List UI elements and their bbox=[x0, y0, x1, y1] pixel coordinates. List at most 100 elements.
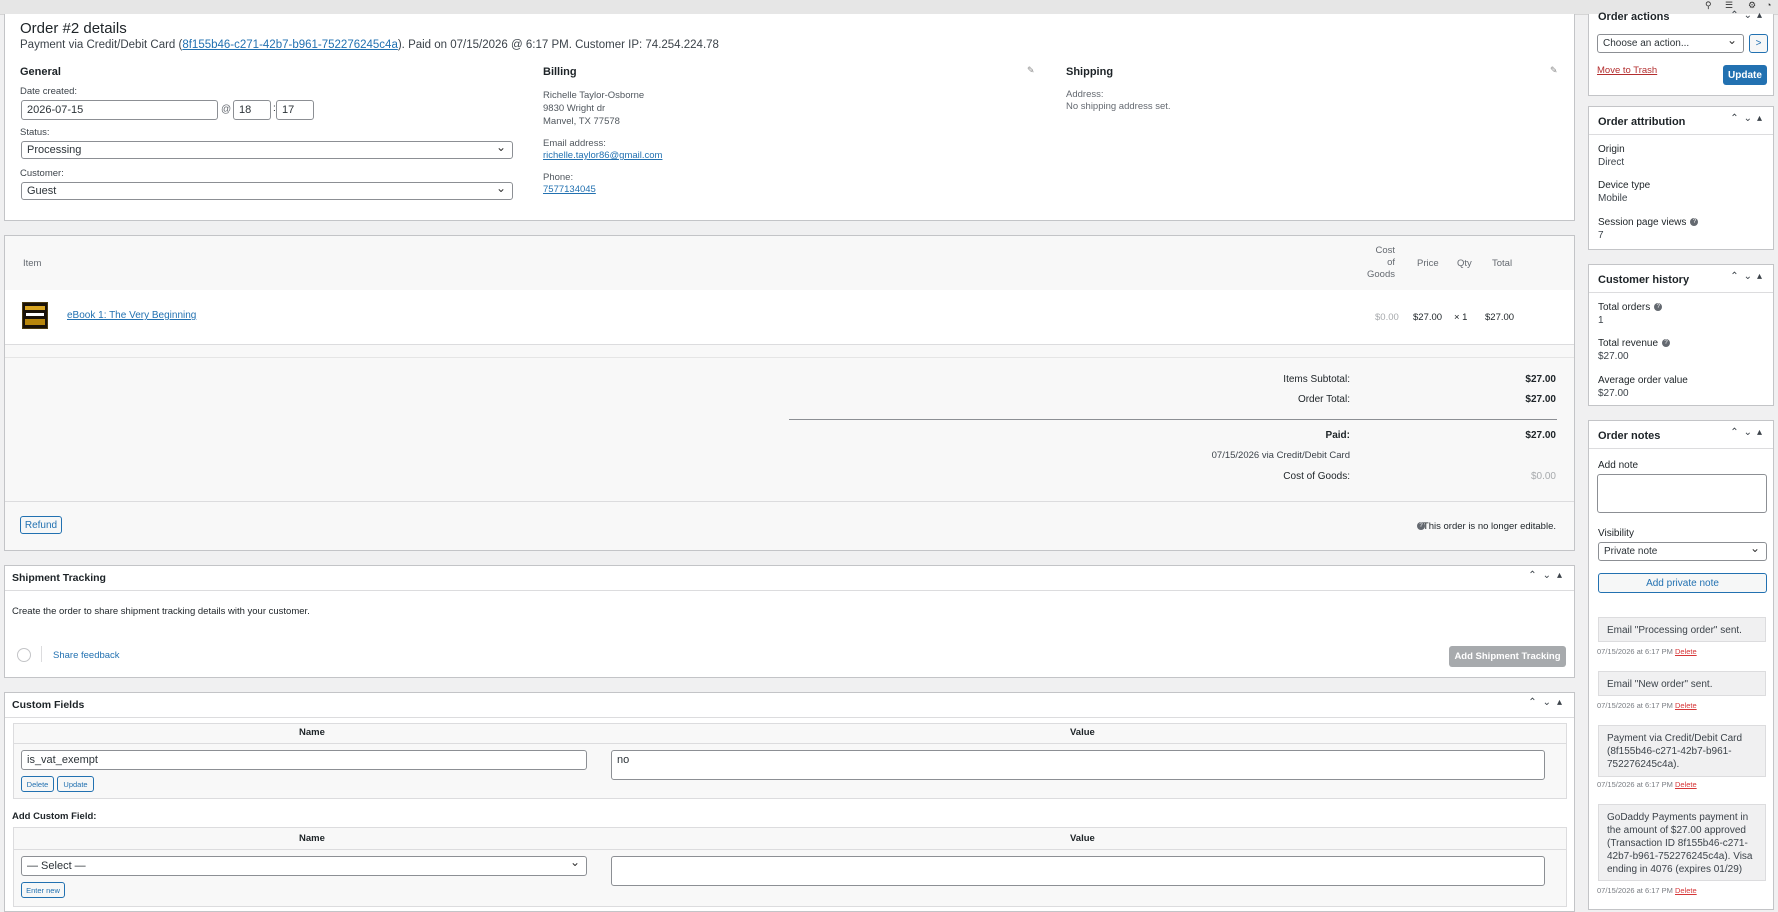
add-private-note-button[interactable]: Add private note bbox=[1598, 573, 1767, 593]
billing-address: Richelle Taylor-Osborne 9830 Wright dr M… bbox=[543, 89, 644, 128]
pin-icon[interactable]: ⚲ bbox=[1705, 0, 1712, 10]
order-note: Email "New order" sent. bbox=[1598, 671, 1766, 696]
panel-divider bbox=[1589, 292, 1773, 293]
update-field-button[interactable]: Update bbox=[57, 776, 94, 792]
product-thumbnail bbox=[22, 302, 48, 329]
order-attribution-title: Order attribution bbox=[1598, 116, 1686, 128]
order-actions-title: Order actions bbox=[1598, 11, 1670, 23]
add-note-textarea[interactable] bbox=[1597, 474, 1767, 513]
help-icon[interactable]: ◔ bbox=[1766, 0, 1771, 10]
new-field-value-textarea[interactable] bbox=[611, 856, 1545, 886]
custom-field-key-select[interactable]: — Select — bbox=[21, 855, 587, 876]
order-action-select[interactable]: Choose an action... bbox=[1597, 33, 1744, 53]
minute-input[interactable]: 17 bbox=[276, 100, 314, 120]
total-column-header: Total bbox=[1492, 258, 1513, 269]
delete-note-link[interactable]: Delete bbox=[1675, 886, 1697, 895]
page-title: Order #2 details bbox=[20, 20, 127, 37]
session-views-value: 7 bbox=[1598, 230, 1604, 241]
email-link[interactable]: richelle.taylor86@gmail.com bbox=[543, 150, 662, 161]
billing-street: 9830 Wright dr bbox=[543, 103, 606, 114]
price-column-header: Price bbox=[1417, 258, 1439, 269]
custom-field-name-input[interactable]: is_vat_exempt bbox=[21, 750, 587, 770]
panel-controls[interactable]: ⌃⌄▴ bbox=[1730, 10, 1767, 21]
transaction-link[interactable]: 8f155b46-c271-42b7-b961-752276245c4a bbox=[182, 39, 398, 51]
customer-label: Customer: bbox=[20, 168, 64, 179]
add-shipment-tracking-button[interactable]: Add Shipment Tracking bbox=[1449, 646, 1566, 667]
email-label: Email address: bbox=[543, 138, 606, 149]
order-total-value: $27.00 bbox=[1525, 394, 1556, 405]
panel-divider bbox=[5, 590, 1574, 591]
aov-label: Average order value bbox=[1598, 375, 1688, 386]
order-note: Payment via Credit/Debit Card (8f155b46-… bbox=[1598, 725, 1766, 777]
panel-controls[interactable]: ⌃⌄▴ bbox=[1730, 271, 1767, 282]
refund-button[interactable]: Refund bbox=[20, 516, 62, 534]
custom-field-value-textarea[interactable]: no bbox=[611, 750, 1545, 780]
totals-section: Items Subtotal: $27.00 Order Total: $27.… bbox=[5, 357, 1574, 502]
apply-action-button[interactable]: > bbox=[1749, 34, 1768, 53]
visibility-label: Visibility bbox=[1598, 528, 1634, 539]
customer-select[interactable]: Guest bbox=[21, 181, 513, 200]
enter-new-button[interactable]: Enter new bbox=[21, 882, 65, 898]
table-header-divider bbox=[14, 849, 1566, 850]
billing-city: Manvel, TX 77578 bbox=[543, 116, 620, 127]
panel-controls[interactable]: ⌃⌄▴ bbox=[1730, 113, 1767, 124]
general-heading: General bbox=[20, 66, 61, 78]
item-total: $27.00 bbox=[1485, 312, 1515, 323]
order-total-label: Order Total: bbox=[1297, 394, 1350, 405]
update-button[interactable]: Update bbox=[1723, 65, 1767, 85]
help-icon: ? bbox=[1690, 218, 1699, 227]
delete-note-link[interactable]: Delete bbox=[1675, 780, 1697, 789]
status-select[interactable]: Processing bbox=[21, 140, 513, 159]
add-custom-field-label: Add Custom Field: bbox=[12, 811, 97, 822]
order-data-panel: Order #2 details Payment via Credit/Debi… bbox=[4, 14, 1575, 221]
note-visibility-select[interactable]: Private note bbox=[1598, 541, 1767, 561]
share-feedback-link[interactable]: Share feedback bbox=[53, 650, 120, 661]
qty-column-header: Qty bbox=[1457, 258, 1472, 269]
gear-icon[interactable]: ⚙ bbox=[1748, 0, 1756, 10]
order-items-panel: Item Cost of Goods Price Qty Total eBook 1… bbox=[4, 235, 1575, 551]
add-note-label: Add note bbox=[1598, 460, 1639, 471]
order-actions-panel: Order actions ⌃⌄▴ Choose an action... > … bbox=[1588, 10, 1774, 96]
hour-input[interactable]: 18 bbox=[233, 100, 271, 120]
feedback-icon bbox=[17, 648, 31, 662]
phone-label: Phone: bbox=[543, 172, 574, 183]
custom-fields-title: Custom Fields bbox=[12, 699, 85, 711]
product-link[interactable]: eBook 1: The Very Beginning bbox=[67, 310, 196, 321]
phone-link[interactable]: 7577134045 bbox=[543, 184, 596, 195]
name-header: Name bbox=[299, 727, 325, 738]
order-note: Email "Processing order" sent. bbox=[1598, 617, 1766, 642]
aov-value: $27.00 bbox=[1598, 388, 1629, 399]
origin-label: Origin bbox=[1598, 144, 1625, 155]
delete-note-link[interactable]: Delete bbox=[1675, 647, 1697, 656]
device-type-value: Mobile bbox=[1598, 193, 1628, 204]
at-sign: @ bbox=[221, 104, 232, 115]
total-orders-value: 1 bbox=[1598, 315, 1604, 326]
date-created-input[interactable]: 2026-07-15 bbox=[21, 100, 218, 120]
paid-value: $27.00 bbox=[1525, 430, 1556, 441]
panel-controls[interactable]: ⌃⌄▴ bbox=[1730, 427, 1767, 438]
pencil-icon[interactable]: ✎ bbox=[1027, 65, 1035, 76]
total-revenue-label: Total revenue? bbox=[1598, 338, 1671, 349]
panel-controls[interactable]: ⌃⌄▴ bbox=[1528, 697, 1568, 708]
help-icon: ? bbox=[1654, 303, 1663, 312]
panel-controls[interactable]: ⌃⌄▴ bbox=[1528, 570, 1568, 581]
payment-summary: Payment via Credit/Debit Card (8f155b46-… bbox=[20, 39, 719, 51]
new-field-table: Name Value — Select — Enter new bbox=[13, 827, 1567, 907]
shipping-address-label: Address: bbox=[1066, 89, 1104, 100]
note-meta: 07/15/2026 at 6:17 PM Delete bbox=[1597, 886, 1697, 895]
subtotal-label: Items Subtotal: bbox=[1283, 374, 1350, 385]
pencil-icon[interactable]: ✎ bbox=[1550, 65, 1558, 76]
panel-divider bbox=[5, 717, 1574, 718]
top-toolbar: ⚲ ☰ ⚙ ◔ bbox=[0, 0, 1778, 15]
item-column-header: Item bbox=[23, 258, 42, 269]
delete-note-link[interactable]: Delete bbox=[1675, 701, 1697, 710]
list-icon[interactable]: ☰ bbox=[1725, 0, 1733, 10]
move-to-trash-link[interactable]: Move to Trash bbox=[1597, 65, 1657, 76]
delete-field-button[interactable]: Delete bbox=[21, 776, 54, 792]
note-meta: 07/15/2026 at 6:17 PM Delete bbox=[1597, 647, 1697, 656]
date-created-label: Date created: bbox=[20, 86, 78, 97]
billing-name: Richelle Taylor-Osborne bbox=[543, 90, 645, 101]
total-orders-label: Total orders? bbox=[1598, 302, 1663, 313]
cog-value: $0.00 bbox=[1530, 471, 1556, 482]
order-attribution-panel: Order attribution ⌃⌄▴ Origin Direct Devi… bbox=[1588, 106, 1774, 250]
